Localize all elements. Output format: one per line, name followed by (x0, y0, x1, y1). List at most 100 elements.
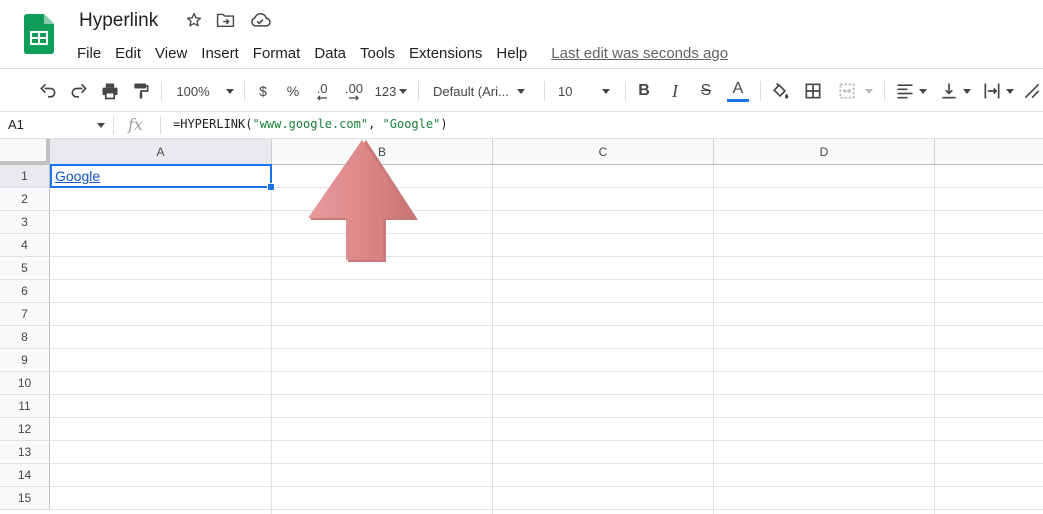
gridline (492, 165, 493, 514)
fx-icon: fx (128, 115, 143, 134)
gridline (934, 165, 935, 514)
menu-data[interactable]: Data (308, 45, 354, 62)
menu-file[interactable]: File (71, 45, 109, 62)
menu-help[interactable]: Help (490, 45, 535, 62)
redo-icon[interactable] (67, 79, 91, 103)
column-header-c[interactable]: C (493, 139, 714, 165)
row-header-12[interactable]: 12 (0, 418, 50, 441)
star-icon[interactable] (185, 11, 203, 34)
column-header-d[interactable]: D (714, 139, 935, 165)
undo-icon[interactable] (36, 79, 60, 103)
chevron-down-icon (399, 88, 408, 94)
formula-separator: , (368, 117, 383, 131)
gridline (50, 302, 1043, 303)
gridline (50, 486, 1043, 487)
vertical-align-icon[interactable] (936, 79, 974, 103)
fill-color-icon[interactable] (768, 79, 792, 103)
formula-input[interactable]: =HYPERLINK("www.google.com", "Google") (173, 117, 448, 131)
gridline (50, 256, 1043, 257)
toolbar-divider (244, 81, 245, 101)
row-header-15[interactable]: 15 (0, 487, 50, 510)
print-icon[interactable] (98, 79, 122, 103)
toolbar-divider (544, 81, 545, 101)
text-wrapping-icon[interactable] (980, 79, 1016, 103)
font-size-select[interactable]: 10 (558, 79, 618, 103)
document-title[interactable]: Hyperlink (79, 10, 158, 32)
currency-format-button[interactable]: $ (252, 79, 274, 103)
row-header-2[interactable]: 2 (0, 188, 50, 211)
row-header-3[interactable]: 3 (0, 211, 50, 234)
fill-handle[interactable] (267, 183, 275, 191)
chevron-down-icon (602, 88, 611, 94)
gridline (50, 417, 1043, 418)
column-header-e[interactable]: E (935, 139, 1043, 165)
gridline (50, 279, 1043, 280)
row-header-13[interactable]: 13 (0, 441, 50, 464)
chevron-down-icon (919, 88, 927, 94)
sheets-logo-icon[interactable] (24, 14, 54, 59)
column-header-a[interactable]: A (50, 139, 272, 165)
formula-suffix: ) (440, 117, 448, 131)
row-header-8[interactable]: 8 (0, 326, 50, 349)
select-all-corner[interactable] (0, 139, 50, 165)
toolbar-divider (884, 81, 885, 101)
font-family-select[interactable]: Default (Ari... (433, 79, 535, 103)
text-rotation-icon[interactable] (1022, 79, 1043, 103)
paint-format-icon[interactable] (129, 79, 153, 103)
decrease-decimal-button[interactable]: .0 (311, 79, 333, 103)
row-header-1[interactable]: 1 (0, 165, 50, 188)
formula-divider (160, 116, 161, 134)
chevron-down-icon (963, 88, 971, 94)
chevron-down-icon (225, 88, 234, 94)
strikethrough-button[interactable]: S (695, 79, 717, 103)
toolbar: 100% $ % .0 .00 123 Default (Ari... 10 B… (0, 68, 1043, 111)
gridline (50, 394, 1043, 395)
gridline (50, 348, 1043, 349)
percent-format-button[interactable]: % (282, 79, 304, 103)
gridline (50, 463, 1043, 464)
menu-extensions[interactable]: Extensions (403, 45, 490, 62)
menu-format[interactable]: Format (247, 45, 309, 62)
name-box[interactable]: A1 (8, 117, 24, 132)
formula-arg-url: "www.google.com" (252, 117, 369, 131)
row-header-11[interactable]: 11 (0, 395, 50, 418)
menu-edit[interactable]: Edit (109, 45, 149, 62)
text-color-button[interactable]: A (726, 79, 750, 103)
gridline (713, 165, 714, 514)
move-to-folder-icon[interactable] (216, 11, 235, 34)
menu-tools[interactable]: Tools (354, 45, 403, 62)
gridline (50, 440, 1043, 441)
italic-button[interactable]: I (664, 79, 686, 103)
arrow-up-icon (308, 138, 420, 271)
title-bar: Hyperlink File Edit View Insert Format D… (0, 0, 1043, 68)
toolbar-divider (625, 81, 626, 101)
row-header-9[interactable]: 9 (0, 349, 50, 372)
row-header-6[interactable]: 6 (0, 280, 50, 303)
horizontal-align-icon[interactable] (892, 79, 930, 103)
row-header-10[interactable]: 10 (0, 372, 50, 395)
bold-button[interactable]: B (633, 79, 655, 103)
menu-insert[interactable]: Insert (195, 45, 247, 62)
formula-arg-label: "Google" (382, 117, 441, 131)
merge-cells-icon[interactable] (834, 79, 876, 103)
formula-bar: A1 fx =HYPERLINK("www.google.com", "Goog… (0, 111, 1043, 139)
menu-view[interactable]: View (149, 45, 195, 62)
row-header-4[interactable]: 4 (0, 234, 50, 257)
arrow-left-icon (317, 95, 327, 100)
gridline (50, 210, 1043, 211)
gridline (50, 233, 1043, 234)
chevron-down-icon (1006, 88, 1014, 94)
zoom-select[interactable]: 100% (170, 79, 240, 103)
cloud-saved-icon[interactable] (249, 11, 271, 34)
gridline (271, 165, 272, 514)
row-header-7[interactable]: 7 (0, 303, 50, 326)
last-edit-link[interactable]: Last edit was seconds ago (551, 45, 728, 62)
cell-selection-outline (50, 164, 272, 188)
more-formats-button[interactable]: 123 (372, 79, 410, 103)
row-header-14[interactable]: 14 (0, 464, 50, 487)
chevron-down-icon[interactable] (97, 123, 105, 128)
borders-icon[interactable] (801, 79, 825, 103)
gridline (50, 371, 1043, 372)
increase-decimal-button[interactable]: .00 (341, 79, 367, 103)
row-header-5[interactable]: 5 (0, 257, 50, 280)
